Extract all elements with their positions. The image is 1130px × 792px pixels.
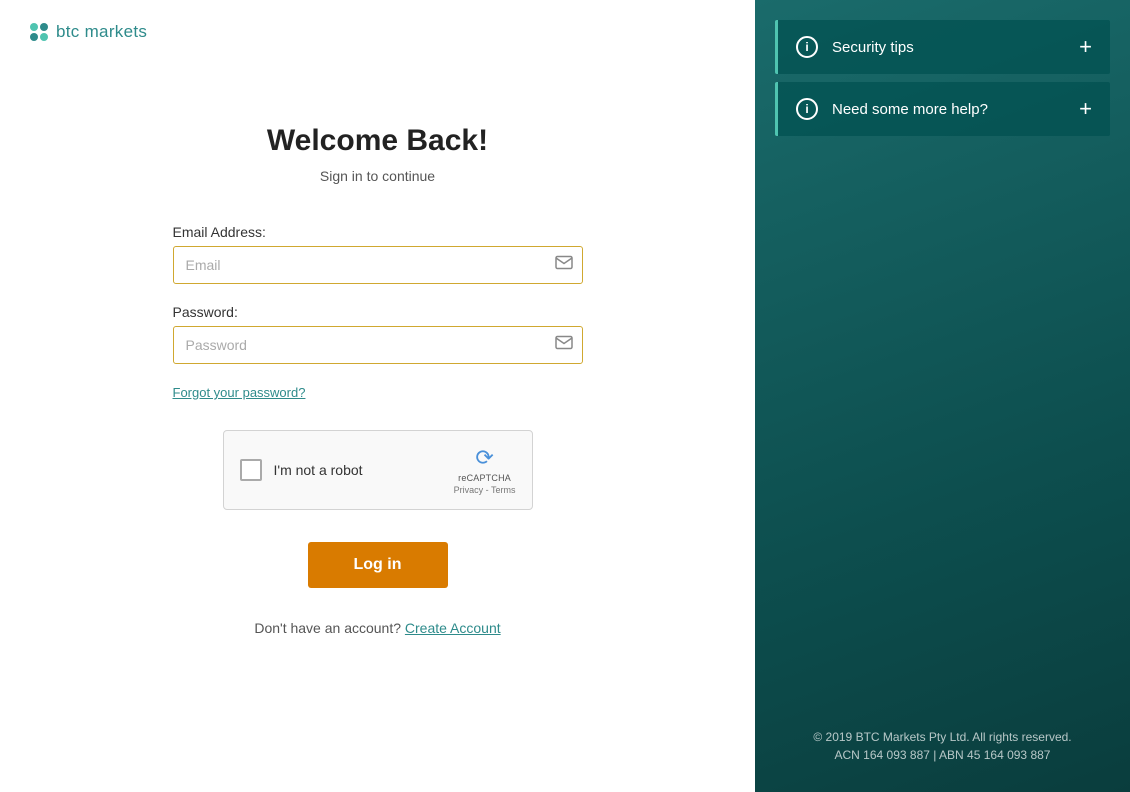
form-container: Welcome Back! Sign in to continue Email … — [0, 64, 755, 792]
accordion-need-help[interactable]: i Need some more help? + — [775, 82, 1110, 136]
recaptcha-widget[interactable]: I'm not a robot ⟳ reCAPTCHA Privacy - Te… — [223, 430, 533, 510]
logo-text: btc markets — [56, 22, 147, 42]
welcome-title: Welcome Back! — [267, 124, 488, 158]
footer-registration: ACN 164 093 887 | ABN 45 164 093 887 — [755, 748, 1130, 762]
password-group: Password: — [173, 304, 583, 364]
info-icon-help: i — [796, 98, 818, 120]
email-input-wrapper — [173, 246, 583, 284]
recaptcha-logo-area: ⟳ reCAPTCHA Privacy - Terms — [454, 445, 516, 495]
email-input[interactable] — [173, 246, 583, 284]
create-account-link[interactable]: Create Account — [405, 620, 501, 636]
security-tips-label: Security tips — [832, 39, 1079, 56]
no-account-label: Don't have an account? — [254, 620, 401, 636]
forgot-password-link[interactable]: Forgot your password? — [173, 385, 306, 400]
right-footer: © 2019 BTC Markets Pty Ltd. All rights r… — [755, 730, 1130, 762]
recaptcha-label: I'm not a robot — [274, 462, 363, 478]
logo-area: btc markets — [0, 0, 755, 64]
left-panel: btc markets Welcome Back! Sign in to con… — [0, 0, 755, 792]
email-group: Email Address: — [173, 224, 583, 284]
logo-icon — [30, 23, 48, 41]
need-help-label: Need some more help? — [832, 101, 1079, 118]
right-panel: i Security tips + i Need some more help?… — [755, 0, 1130, 792]
footer-copyright: © 2019 BTC Markets Pty Ltd. All rights r… — [755, 730, 1130, 744]
password-input[interactable] — [173, 326, 583, 364]
create-account-text: Don't have an account? Create Account — [254, 620, 500, 636]
recaptcha-brand: reCAPTCHA — [458, 473, 511, 483]
forgot-password-area: Forgot your password? — [173, 384, 583, 402]
recaptcha-logo-icon: ⟳ — [475, 445, 493, 471]
expand-security-icon: + — [1079, 36, 1092, 58]
password-label: Password: — [173, 304, 583, 320]
info-icon-security: i — [796, 36, 818, 58]
recaptcha-links: Privacy - Terms — [454, 485, 516, 495]
recaptcha-left: I'm not a robot — [240, 459, 363, 481]
expand-help-icon: + — [1079, 98, 1092, 120]
sign-in-subtitle: Sign in to continue — [320, 168, 435, 184]
login-button[interactable]: Log in — [308, 542, 448, 588]
email-icon — [555, 256, 573, 275]
password-icon — [555, 336, 573, 355]
password-input-wrapper — [173, 326, 583, 364]
email-label: Email Address: — [173, 224, 583, 240]
recaptcha-checkbox[interactable] — [240, 459, 262, 481]
accordion-security-tips[interactable]: i Security tips + — [775, 20, 1110, 74]
